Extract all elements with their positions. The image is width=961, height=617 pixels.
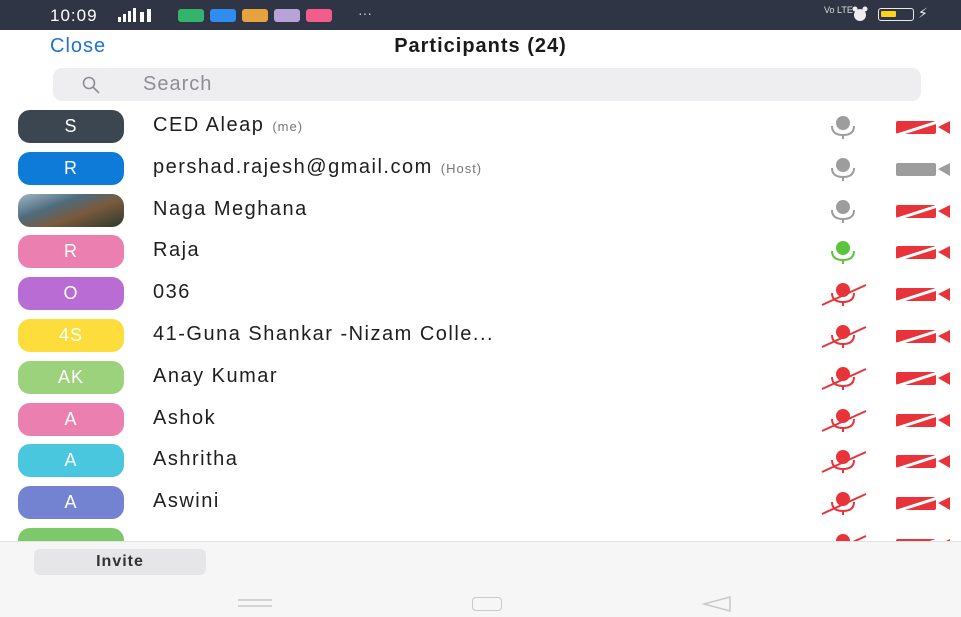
participant-row[interactable]: A Ashritha [0,439,961,481]
participant-name-text: Anay Kumar [153,364,279,387]
notification-app-icon [210,9,236,22]
signal-icon [118,8,151,22]
mic-icon [831,199,855,223]
status-time: 10:09 [50,6,98,25]
notification-app-icon [178,9,204,22]
participant-name-text: Naga Meghana [153,197,308,220]
video-off-icon [893,451,951,472]
header: Participants (24) Close [0,30,961,66]
search-icon [82,76,100,94]
search-bar[interactable] [53,68,921,101]
charging-icon: ⚡ [918,5,928,21]
avatar: R [18,235,124,269]
participant-name-text: Ashok [153,406,217,429]
participant-list[interactable]: S CED Aleap (me) Rpershad.rajesh@gmail.com (… [0,105,961,541]
participant-name: pershad.rajesh@gmail.com (Host) [153,156,482,179]
avatar: S [18,110,124,143]
participant-name: Aswini [153,490,220,513]
close-button[interactable]: Close [50,35,106,58]
notification-app-icon [306,9,332,22]
participant-name: 036 [153,281,191,304]
video-off-icon [893,493,951,514]
bottom-bar: Invite [0,541,961,617]
status-bar: 10:09 ··· Vo LTE ⚡ [0,0,961,30]
participant-role-tag: (Host) [440,160,483,176]
mic-muted-icon [821,325,867,348]
avatar [18,528,124,541]
participant-row[interactable]: S CED Aleap (me) [0,105,961,147]
back-nav-icon[interactable] [700,595,734,613]
participant-name-text: Raja [153,239,201,262]
participant-name-text: 41-Guna Shankar -Nizam Colle... [153,323,495,345]
participant-name-text: Ashritha [153,448,239,471]
avatar: AK [18,360,124,394]
mic-muted-icon [821,366,867,390]
mic-muted-icon [836,534,867,541]
avatar: A [18,486,124,520]
video-off-icon [893,284,951,305]
participant-name: Raja [153,239,200,262]
participant-name: Naga Meghana [153,198,308,221]
participant-row[interactable]: O 036 [0,272,961,314]
avatar [18,193,124,227]
mic-muted-icon [821,408,867,432]
avatar: O [18,277,124,311]
video-icon [896,162,950,176]
video-off-icon [893,367,951,388]
participant-name-text: Aswini [153,490,220,513]
participant-row[interactable]: AK Anay Kumar [0,356,961,398]
video-off-icon [893,242,951,263]
mic-muted-icon [821,450,867,474]
alarm-icon [852,6,868,21]
video-off-icon [893,200,951,221]
menu-nav-icon[interactable] [238,598,272,608]
avatar: A [18,402,124,436]
video-off-icon [893,117,951,137]
mic-icon [831,116,855,139]
video-off-icon [893,409,951,430]
battery-icon [878,8,914,21]
mic-icon [831,157,855,181]
participant-name-text: CED Aleap [153,114,265,136]
mic-muted-icon [821,492,867,516]
status-more: ··· [358,5,372,21]
participant-row[interactable]: 4S 41-Guna Shankar -Nizam Colle... [0,314,961,356]
avatar: 4S [18,319,124,352]
participant-name-text: 036 [153,281,191,304]
notification-app-icon [274,9,300,22]
participant-row[interactable]: A Ashok [0,398,961,440]
search-input[interactable] [143,68,903,101]
mic-muted-icon [821,283,867,307]
video-off-icon [893,326,951,346]
participant-row[interactable] [0,523,961,541]
avatar: R [18,151,124,185]
volte-icon: Vo LTE [824,5,853,15]
participant-row[interactable]: Naga Meghana [0,189,961,231]
participant-name: Ashok [153,407,216,430]
mic-icon [831,241,855,265]
home-nav-icon[interactable] [472,597,502,611]
participant-row[interactable]: A Aswini [0,481,961,523]
participant-name: Ashritha [153,448,238,471]
participant-name: CED Aleap (me) [153,114,303,137]
page-title: Participants (24) [394,35,567,57]
participant-name-text: pershad.rajesh@gmail.com [153,155,433,178]
notification-app-icon [242,9,268,22]
participant-name: Anay Kumar [153,365,278,388]
participant-row[interactable]: R Raja [0,230,961,272]
participant-name: 41-Guna Shankar -Nizam Colle... [153,323,494,346]
participant-role-tag: (me) [272,119,304,134]
invite-button[interactable]: Invite [34,549,206,575]
avatar: A [18,444,124,478]
participant-row[interactable]: Rpershad.rajesh@gmail.com (Host) [0,147,961,189]
